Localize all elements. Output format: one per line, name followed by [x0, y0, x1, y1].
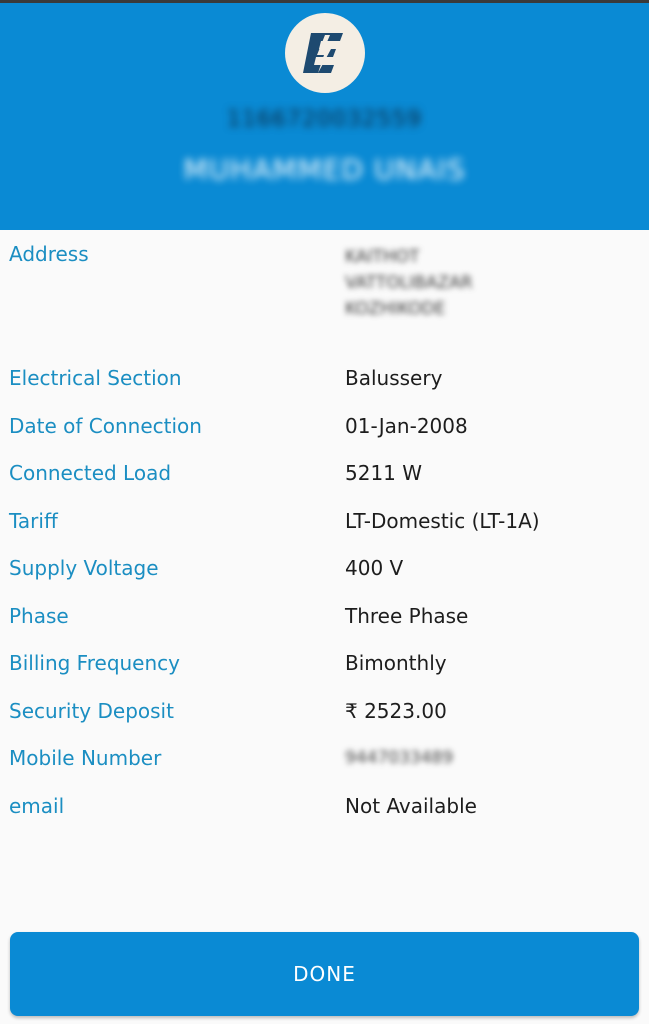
detail-row-electrical-section: Electrical Section Balussery: [0, 358, 649, 398]
security-deposit-label: Security Deposit: [9, 699, 174, 723]
consumer-name: MUHAMMED UNAIS: [183, 153, 466, 186]
detail-row-security-deposit: Security Deposit ₹ 2523.00: [0, 691, 649, 731]
kseb-e-logo-icon: [285, 13, 365, 93]
address-value: KAITHOT VATTOLIBAZAR KOZHIKODE: [345, 244, 473, 322]
consumer-number: 1166720032559: [227, 107, 422, 132]
email-label: email: [9, 794, 65, 818]
detail-row-phase: Phase Three Phase: [0, 596, 649, 636]
detail-row-connected-load: Connected Load 5211 W: [0, 453, 649, 493]
billing-frequency-value: Bimonthly: [345, 651, 447, 675]
supply-voltage-value: 400 V: [345, 556, 404, 580]
phase-label: Phase: [9, 604, 69, 628]
detail-row-supply-voltage: Supply Voltage 400 V: [0, 548, 649, 588]
profile-header: 1166720032559 MUHAMMED UNAIS: [0, 0, 649, 230]
detail-row-date-of-connection: Date of Connection 01-Jan-2008: [0, 406, 649, 446]
detail-row-tariff: Tariff LT-Domestic (LT-1A): [0, 501, 649, 541]
detail-row-mobile-number: Mobile Number 9447033489: [0, 738, 649, 778]
billing-frequency-label: Billing Frequency: [9, 651, 180, 675]
mobile-number-value: 9447033489: [345, 748, 454, 768]
supply-voltage-label: Supply Voltage: [9, 556, 159, 580]
security-deposit-value: ₹ 2523.00: [345, 699, 447, 723]
date-of-connection-value: 01-Jan-2008: [345, 414, 468, 438]
phase-value: Three Phase: [345, 604, 469, 628]
tariff-label: Tariff: [9, 509, 58, 533]
address-label: Address: [9, 242, 89, 266]
detail-row-billing-frequency: Billing Frequency Bimonthly: [0, 643, 649, 683]
mobile-number-label: Mobile Number: [9, 746, 162, 770]
address-line: KOZHIKODE: [345, 299, 446, 319]
connected-load-label: Connected Load: [9, 461, 172, 485]
tariff-value: LT-Domestic (LT-1A): [345, 509, 540, 533]
detail-row-address: Address KAITHOT VATTOLIBAZAR KOZHIKODE: [0, 234, 649, 334]
address-line: KAITHOT: [345, 247, 420, 267]
electrical-section-value: Balussery: [345, 366, 443, 390]
detail-row-email: email Not Available: [0, 786, 649, 826]
address-line: VATTOLIBAZAR: [345, 273, 473, 293]
email-value: Not Available: [345, 794, 477, 818]
electrical-section-label: Electrical Section: [9, 366, 182, 390]
date-of-connection-label: Date of Connection: [9, 414, 202, 438]
done-button[interactable]: DONE: [10, 932, 639, 1016]
connected-load-value: 5211 W: [345, 461, 423, 485]
